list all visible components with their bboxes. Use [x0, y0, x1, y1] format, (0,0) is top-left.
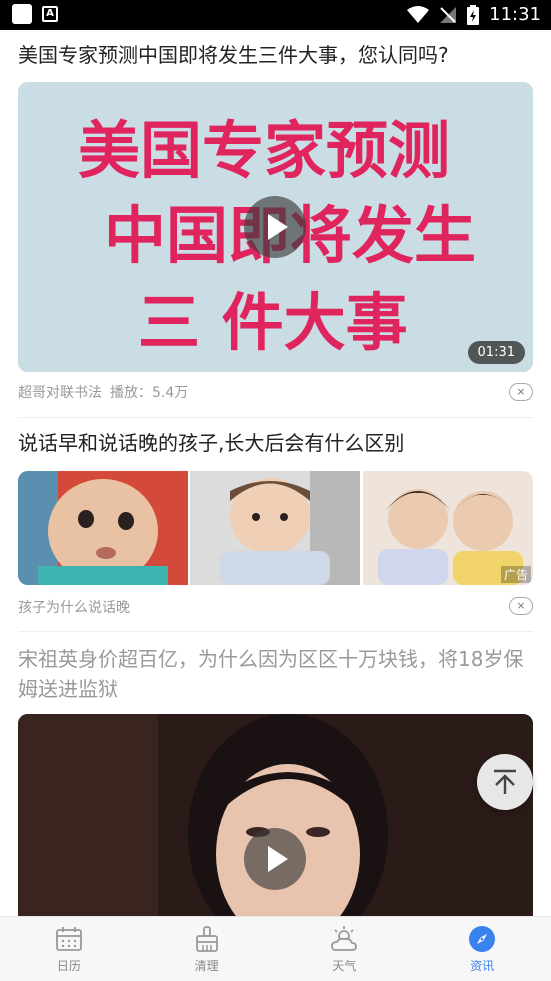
nav-item-weather[interactable]: 天气: [276, 917, 414, 981]
calligraphy-line: 三 件大事: [138, 286, 408, 359]
nav-item-news[interactable]: 资讯: [413, 917, 551, 981]
status-bar: A 11:31: [0, 0, 551, 30]
wifi-icon: [407, 6, 430, 23]
calligraphy-line: 美国专家预测: [78, 114, 450, 187]
nav-label: 清理: [194, 959, 219, 973]
article-source: 超哥对联书法: [18, 385, 102, 401]
clock: 11:31: [489, 4, 541, 25]
nav-item-calendar[interactable]: 日历: [0, 917, 138, 981]
video-thumbnail[interactable]: 美国专家预测 中国即将发生 三 件大事 01:31: [18, 82, 533, 372]
bottom-navigation: 日历 清理 天气 资讯: [0, 916, 551, 981]
play-icon: [268, 214, 288, 240]
compass-icon: [469, 926, 496, 952]
scroll-to-top-button[interactable]: [477, 754, 533, 810]
video-duration: 01:31: [467, 341, 525, 364]
calendar-icon: [55, 927, 82, 951]
arrow-up-icon: [494, 769, 516, 794]
battery-icon: [467, 5, 480, 25]
ad-label: 广告: [500, 566, 531, 583]
video-thumbnail[interactable]: [18, 714, 533, 916]
baby-photo: [190, 471, 361, 585]
kids-photo: 广告: [362, 471, 533, 585]
dismiss-button[interactable]: ×: [509, 383, 533, 401]
weather-icon: [331, 926, 358, 951]
article-card[interactable]: 说话早和说话晚的孩子,长大后会有什么区别 广告 孩子为什么说话晚 ×: [0, 418, 551, 632]
baby-photo: [18, 471, 188, 585]
nav-item-clean[interactable]: 清理: [138, 917, 276, 981]
article-card[interactable]: 美国专家预测中国即将发生三件大事，您认同吗? 美国专家预测 中国即将发生 三 件…: [0, 30, 551, 418]
a-notification-icon: A: [42, 6, 58, 22]
app-notification-icon: [12, 4, 32, 24]
play-button[interactable]: [244, 196, 306, 258]
play-icon: [268, 846, 288, 872]
no-signal-icon: [440, 7, 457, 23]
image-strip[interactable]: 广告: [18, 471, 533, 585]
play-button[interactable]: [244, 828, 306, 890]
broom-icon: [195, 926, 218, 952]
article-title[interactable]: 美国专家预测中国即将发生三件大事，您认同吗?: [18, 40, 533, 70]
dismiss-button[interactable]: ×: [509, 597, 533, 615]
article-title[interactable]: 宋祖英身价超百亿，为什么因为区区十万块钱，将18岁保姆送进监狱: [18, 644, 533, 704]
nav-label: 日历: [56, 959, 81, 973]
article-meta: 孩子为什么说话晚: [18, 597, 130, 617]
article-source: 孩子为什么说话晚: [18, 600, 130, 616]
play-count: 播放：5.4万: [110, 385, 189, 401]
article-meta: 超哥对联书法 播放：5.4万: [18, 382, 188, 402]
nav-label: 资讯: [470, 959, 495, 973]
news-feed[interactable]: 美国专家预测中国即将发生三件大事，您认同吗? 美国专家预测 中国即将发生 三 件…: [0, 30, 551, 916]
article-title[interactable]: 说话早和说话晚的孩子,长大后会有什么区别: [18, 428, 533, 458]
nav-label: 天气: [332, 959, 357, 973]
article-card[interactable]: 宋祖英身价超百亿，为什么因为区区十万块钱，将18岁保姆送进监狱: [0, 632, 551, 916]
